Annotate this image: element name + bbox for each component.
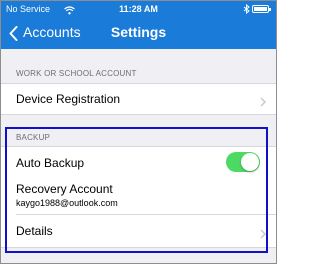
auto-backup-label: Auto Backup bbox=[16, 156, 85, 170]
status-bar: No Service 11:28 AM bbox=[1, 1, 276, 17]
auto-backup-row: Auto Backup bbox=[1, 147, 276, 177]
bluetooth-icon bbox=[243, 1, 250, 20]
settings-screen: No Service 11:28 AM Accounts Settings WO… bbox=[0, 0, 277, 264]
device-registration-label: Device Registration bbox=[16, 92, 121, 106]
chevron-right-icon bbox=[260, 226, 266, 244]
details-row[interactable]: Details bbox=[1, 215, 276, 246]
page-title: Settings bbox=[110, 24, 167, 40]
recovery-account-email: kaygo1988@outlook.com bbox=[16, 198, 118, 208]
backup-group: Auto Backup Recovery Account kaygo1988@o… bbox=[1, 146, 276, 248]
recovery-account-label: Recovery Account bbox=[16, 182, 113, 196]
recovery-account-row[interactable]: Recovery Account kaygo1988@outlook.com bbox=[1, 177, 276, 214]
auto-backup-toggle[interactable] bbox=[226, 152, 260, 172]
toggle-knob bbox=[241, 153, 259, 171]
details-label: Details bbox=[16, 224, 53, 238]
clock-time: 11:28 AM bbox=[119, 4, 158, 14]
device-registration-row[interactable]: Device Registration bbox=[1, 84, 276, 114]
section-header-backup: BACKUP bbox=[16, 133, 51, 142]
work-account-group: Device Registration bbox=[1, 83, 276, 115]
battery-icon bbox=[252, 5, 271, 13]
navigation-bar: No Service 11:28 AM Accounts Settings bbox=[1, 1, 276, 49]
chevron-right-icon bbox=[260, 94, 266, 112]
section-header-work: WORK OR SCHOOL ACCOUNT bbox=[16, 69, 137, 78]
